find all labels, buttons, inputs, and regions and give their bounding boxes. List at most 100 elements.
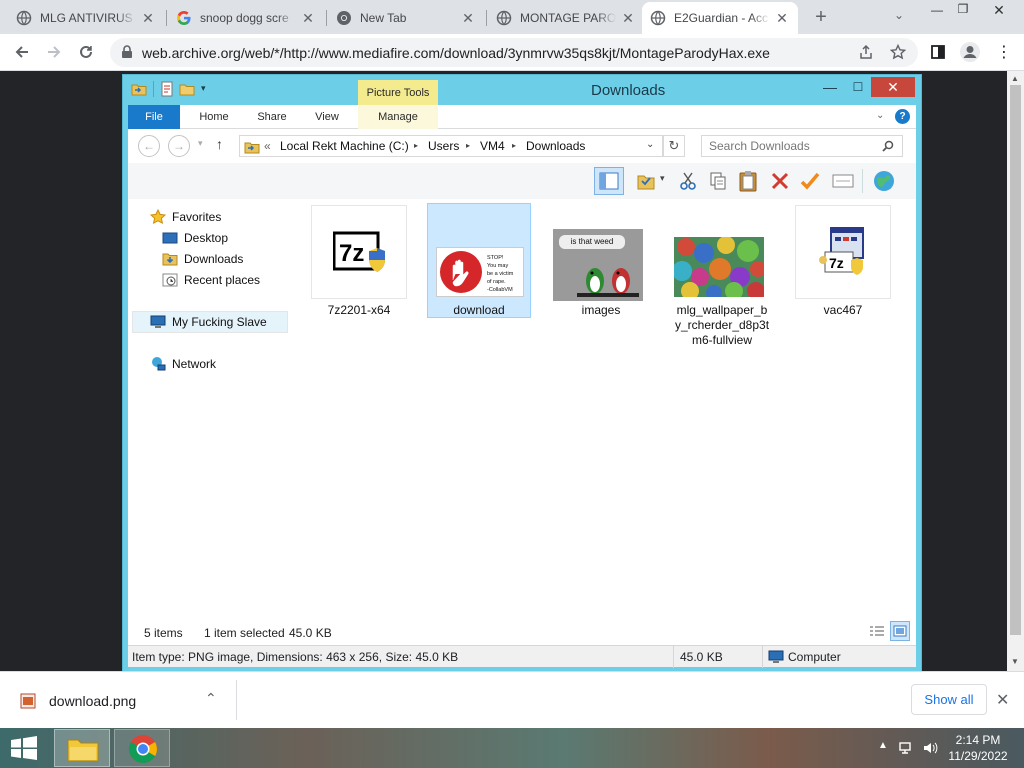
minimize-button[interactable]: — bbox=[817, 77, 843, 97]
new-folder-icon[interactable] bbox=[179, 81, 195, 97]
breadcrumb[interactable]: « Local Rekt Machine (C:) ▸ Users ▸ VM4 … bbox=[239, 135, 663, 157]
restore-button[interactable]: ❐ bbox=[952, 2, 974, 22]
browser-tab[interactable]: MLG ANTIVIRUS ✕ bbox=[8, 2, 164, 34]
quick-access-dropdown-icon[interactable]: ▾ bbox=[201, 83, 206, 94]
close-icon[interactable]: ✕ bbox=[996, 690, 1009, 710]
back-button[interactable] bbox=[8, 38, 36, 66]
side-panel-icon bbox=[931, 45, 945, 59]
new-tab-button[interactable]: + bbox=[808, 6, 834, 30]
browser-tab[interactable]: snoop dogg scre ✕ bbox=[168, 2, 324, 34]
properties-icon[interactable] bbox=[832, 172, 854, 190]
file-item[interactable]: 7z 7z2201-x64 bbox=[307, 205, 411, 318]
explorer-titlebar: ▾ Picture Tools Downloads — ☐ ✕ bbox=[123, 75, 921, 106]
windows-icon bbox=[11, 736, 37, 760]
ribbon-expand-icon[interactable]: ⌄ bbox=[876, 110, 884, 121]
tab-home[interactable]: Home bbox=[186, 105, 242, 129]
browser-tab[interactable]: MONTAGE PARO ✕ bbox=[488, 2, 644, 34]
tray-chevron-icon[interactable]: ▲ bbox=[878, 740, 888, 751]
browser-tab[interactable]: New Tab ✕ bbox=[328, 2, 484, 34]
taskbar-explorer[interactable] bbox=[54, 729, 110, 767]
nav-desktop[interactable]: Desktop bbox=[162, 230, 228, 246]
properties-icon[interactable] bbox=[159, 81, 175, 97]
delete-icon[interactable] bbox=[770, 171, 790, 191]
nav-recent-places[interactable]: Recent places bbox=[162, 272, 260, 288]
close-button[interactable]: ✕ bbox=[871, 77, 915, 97]
preview-pane-button[interactable] bbox=[594, 167, 624, 195]
details-view-icon[interactable] bbox=[868, 624, 886, 640]
explorer-content: Favorites Desktop Downloads Recent place… bbox=[128, 199, 916, 619]
up-button[interactable]: ↑ bbox=[216, 136, 223, 152]
close-icon[interactable]: ✕ bbox=[460, 10, 476, 26]
file-item[interactable]: 7z vac467 bbox=[791, 205, 895, 318]
organize-dropdown-icon[interactable]: ▾ bbox=[660, 173, 665, 184]
organize-icon[interactable] bbox=[636, 171, 656, 191]
tab-manage[interactable]: Manage bbox=[358, 105, 438, 129]
taskbar-chrome[interactable] bbox=[114, 729, 170, 767]
close-icon[interactable]: ✕ bbox=[140, 10, 156, 26]
breadcrumb-item[interactable]: Local Rekt Machine (C:) bbox=[280, 139, 409, 153]
breadcrumb-overflow[interactable]: « bbox=[264, 139, 271, 153]
file-item-selected[interactable]: STOP! You may be a victim of rape. -Coll… bbox=[427, 205, 531, 318]
close-icon[interactable]: ✕ bbox=[774, 10, 790, 26]
paste-icon[interactable] bbox=[738, 170, 758, 192]
show-all-button[interactable]: Show all bbox=[911, 684, 987, 715]
avatar-icon bbox=[960, 42, 980, 62]
network-icon bbox=[152, 357, 166, 371]
scroll-up-icon[interactable]: ▲ bbox=[1011, 74, 1019, 83]
profile-button[interactable] bbox=[956, 38, 984, 66]
clock[interactable]: 2:14 PM 11/29/2022 bbox=[946, 732, 1010, 764]
rename-icon[interactable] bbox=[800, 171, 820, 191]
download-item[interactable]: download.png ⌃ bbox=[0, 672, 236, 729]
browser-tab-active[interactable]: E2Guardian - Acc ✕ bbox=[642, 2, 798, 34]
forward-button[interactable]: → bbox=[168, 135, 190, 157]
minimize-button[interactable]: — bbox=[922, 3, 952, 23]
cut-icon[interactable] bbox=[678, 171, 698, 191]
reload-button[interactable] bbox=[72, 38, 100, 66]
address-bar[interactable]: web.archive.org/web/*/http://www.mediafi… bbox=[110, 38, 918, 67]
file-item[interactable]: mlg_wallpaper_by_rcherder_d8p3tm6-fullvi… bbox=[670, 205, 774, 348]
globe-icon[interactable] bbox=[872, 169, 896, 193]
share-icon[interactable] bbox=[858, 44, 874, 60]
scroll-down-icon[interactable]: ▼ bbox=[1011, 657, 1019, 666]
chevron-up-icon[interactable]: ⌃ bbox=[205, 690, 217, 707]
nav-favorites[interactable]: Favorites bbox=[150, 209, 221, 225]
star-icon[interactable] bbox=[890, 44, 906, 60]
close-icon[interactable]: ✕ bbox=[300, 10, 316, 26]
breadcrumb-item[interactable]: Users bbox=[428, 139, 459, 153]
nav-downloads[interactable]: Downloads bbox=[162, 251, 243, 267]
folder-icon[interactable] bbox=[131, 81, 147, 97]
taskbar: ▲ 2:14 PM 11/29/2022 bbox=[0, 728, 1024, 768]
menu-button[interactable]: ⋮ bbox=[990, 38, 1018, 66]
refresh-button[interactable]: ↻ bbox=[663, 135, 685, 157]
large-icons-view-button[interactable] bbox=[890, 621, 910, 641]
network-icon[interactable] bbox=[898, 740, 914, 756]
breadcrumb-chevron-icon[interactable]: ▸ bbox=[414, 141, 418, 150]
volume-icon[interactable] bbox=[922, 740, 938, 756]
chrome-icon bbox=[129, 735, 157, 763]
recent-locations-icon[interactable]: ▾ bbox=[198, 138, 203, 149]
file-item[interactable]: is that weed images bbox=[549, 205, 653, 318]
breadcrumb-item[interactable]: Downloads bbox=[526, 139, 585, 153]
tab-file[interactable]: File bbox=[128, 105, 180, 129]
tab-view[interactable]: View bbox=[302, 105, 352, 129]
breadcrumb-item[interactable]: VM4 bbox=[480, 139, 505, 153]
page-scrollbar[interactable]: ▲ ▼ bbox=[1007, 71, 1024, 671]
maximize-button[interactable]: ☐ bbox=[845, 77, 871, 97]
address-dropdown-icon[interactable]: ⌄ bbox=[646, 139, 654, 150]
nav-network[interactable]: Network bbox=[150, 356, 216, 372]
back-button[interactable]: ← bbox=[138, 135, 160, 157]
nav-computer[interactable]: My Fucking Slave bbox=[150, 314, 267, 330]
tab-search-button[interactable]: ⌄ bbox=[888, 8, 910, 28]
breadcrumb-chevron-icon[interactable]: ▸ bbox=[466, 141, 470, 150]
breadcrumb-chevron-icon[interactable]: ▸ bbox=[512, 141, 516, 150]
side-panel-button[interactable] bbox=[924, 38, 952, 66]
forward-button[interactable] bbox=[40, 38, 68, 66]
close-icon[interactable]: ✕ bbox=[620, 10, 636, 26]
search-input[interactable]: Search Downloads bbox=[701, 135, 903, 157]
tab-share[interactable]: Share bbox=[244, 105, 300, 129]
help-icon[interactable]: ? bbox=[895, 109, 910, 124]
copy-icon[interactable] bbox=[708, 171, 728, 191]
close-window-button[interactable]: ✕ bbox=[984, 2, 1014, 22]
scrollbar-thumb[interactable] bbox=[1010, 85, 1021, 635]
start-button[interactable] bbox=[0, 728, 48, 768]
